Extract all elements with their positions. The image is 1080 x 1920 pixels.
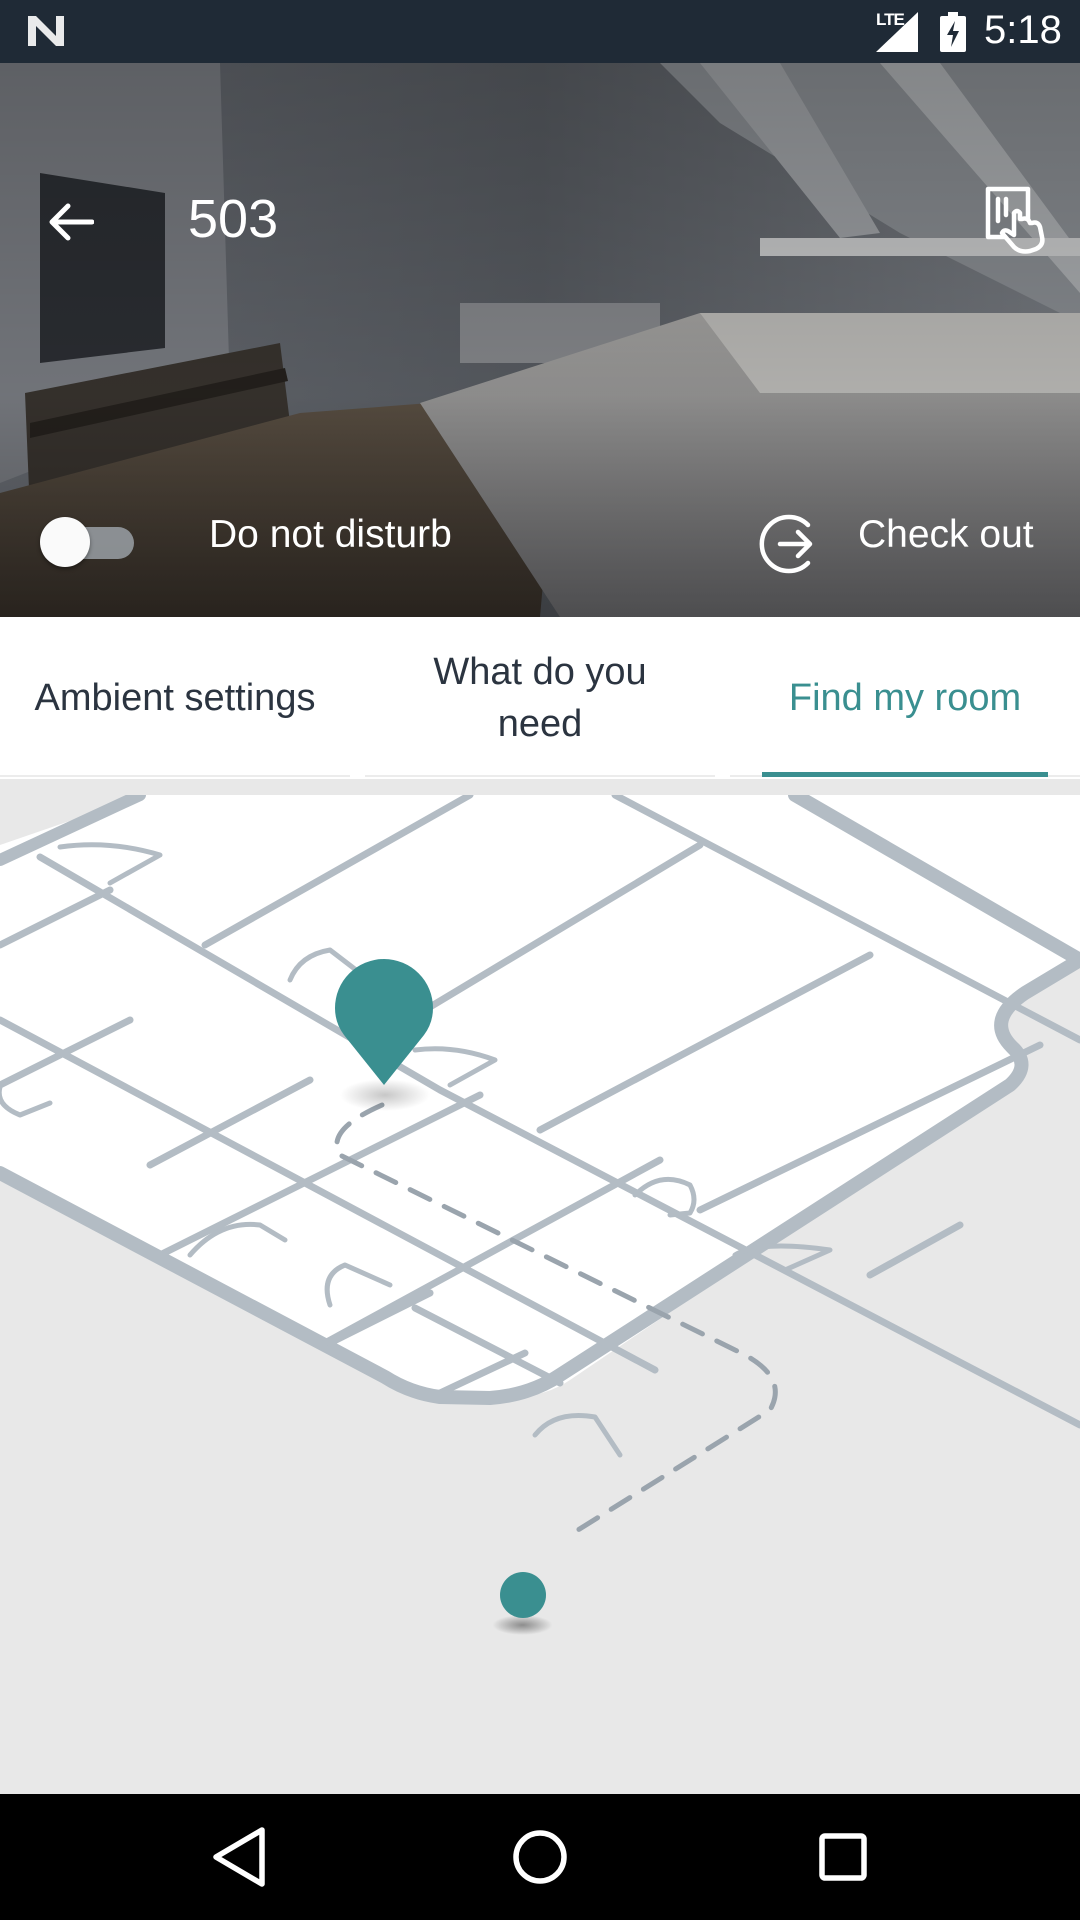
floor-plan — [0, 795, 1080, 1635]
check-out-label: Check out — [858, 513, 1034, 556]
clock: 5:18 — [984, 8, 1062, 52]
active-tab-indicator — [762, 772, 1048, 777]
floor-map[interactable] — [0, 795, 1080, 1794]
signal-icon — [876, 12, 918, 52]
tab-label: What do you need — [433, 651, 647, 745]
tab-bar: Ambient settings What do you need Find m… — [0, 617, 1080, 779]
exit-arrow-icon — [759, 514, 813, 574]
key-card-icon — [985, 186, 1045, 254]
system-navigation-bar — [0, 1794, 1080, 1920]
tab-divider — [0, 775, 350, 777]
tab-find-my-room[interactable]: Find my room — [730, 617, 1080, 779]
nav-home-icon[interactable] — [505, 1824, 575, 1890]
do-not-disturb-switch[interactable] — [40, 515, 136, 567]
tab-divider — [365, 775, 715, 777]
battery-charging-icon — [940, 12, 966, 52]
do-not-disturb-label: Do not disturb — [209, 513, 452, 556]
back-button[interactable] — [42, 193, 100, 251]
switch-knob — [40, 517, 90, 567]
room-header: 503 Do not disturb Check out — [0, 63, 1080, 617]
status-bar: LTE 5:18 — [0, 0, 1080, 63]
location-dot-icon — [500, 1572, 546, 1618]
tab-ambient-settings[interactable]: Ambient settings — [0, 617, 350, 779]
nav-back-icon[interactable] — [202, 1824, 272, 1890]
check-out-button[interactable]: Check out — [758, 505, 1058, 585]
tab-what-do-you-need[interactable]: What do you need — [365, 617, 715, 779]
room-number: 503 — [188, 189, 279, 249]
notification-n-icon — [28, 16, 64, 46]
digital-key-button[interactable] — [984, 185, 1048, 255]
arrow-left-icon — [49, 203, 94, 241]
nav-recents-icon[interactable] — [808, 1824, 878, 1890]
